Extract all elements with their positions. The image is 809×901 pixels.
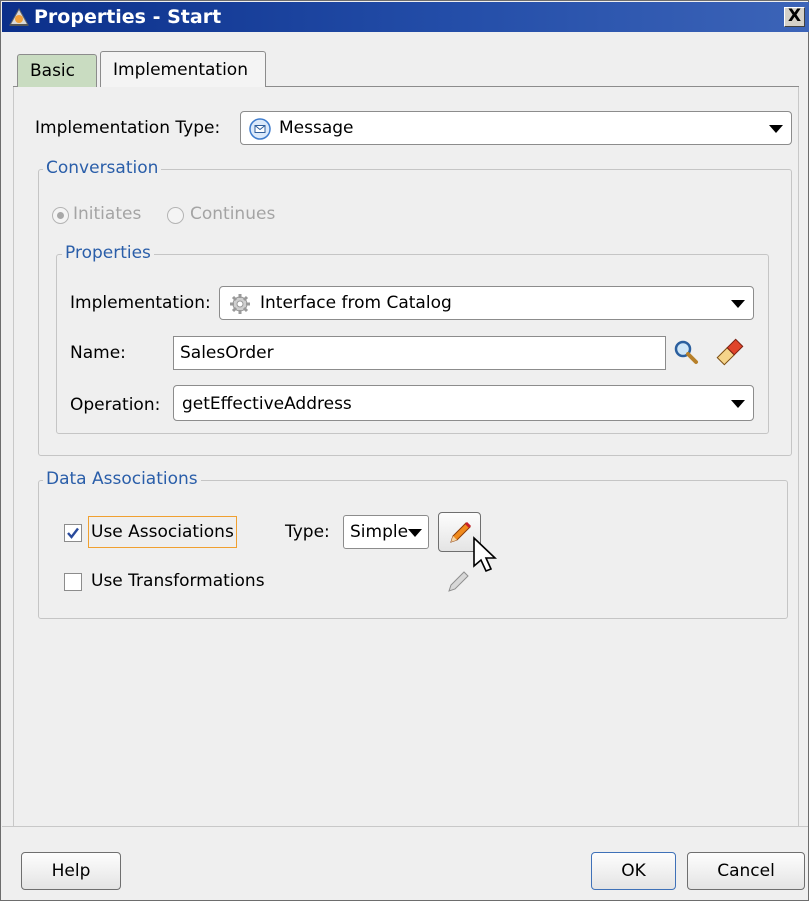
pencil-icon <box>450 521 472 543</box>
name-value: SalesOrder <box>180 343 274 363</box>
tab-panel-top-border <box>266 86 799 87</box>
properties-legend: Properties <box>62 243 154 263</box>
operation-label: Operation: <box>70 395 161 415</box>
use-associations-checkbox[interactable] <box>64 524 82 542</box>
data-associations-group <box>38 480 788 619</box>
pencil-icon <box>448 571 469 592</box>
tab-basic[interactable]: Basic <box>17 54 97 87</box>
implementation-type-select[interactable]: Message <box>240 111 792 145</box>
implementation-select[interactable]: Interface from Catalog <box>219 286 754 320</box>
title-bar[interactable]: Properties - Start X <box>2 2 809 32</box>
ok-button[interactable]: OK <box>591 852 676 890</box>
gear-icon <box>230 294 250 314</box>
continues-label: Continues <box>190 204 276 224</box>
tab-panel-top-border-left <box>13 86 18 87</box>
initiates-label: Initiates <box>73 204 142 224</box>
use-associations-label: Use Associations <box>88 516 237 548</box>
application-icon <box>9 7 29 26</box>
chevron-down-icon <box>731 300 745 308</box>
mouse-cursor-icon <box>473 536 497 573</box>
window-title: Properties - Start <box>34 6 222 28</box>
name-label: Name: <box>70 343 126 363</box>
use-transformations-label: Use Transformations <box>91 571 265 591</box>
data-associations-legend: Data Associations <box>43 469 201 489</box>
type-label: Type: <box>285 522 330 542</box>
implementation-type-label: Implementation Type: <box>35 118 221 138</box>
operation-select[interactable]: getEffectiveAddress <box>173 385 754 421</box>
message-icon <box>249 118 271 140</box>
continues-radio[interactable] <box>167 207 184 224</box>
chevron-down-icon <box>731 400 745 408</box>
name-field[interactable]: SalesOrder <box>173 336 666 370</box>
eraser-icon[interactable] <box>713 337 747 367</box>
operation-value: getEffectiveAddress <box>182 394 352 414</box>
implementation-label: Implementation: <box>70 293 211 313</box>
implementation-type-value: Message <box>279 118 354 138</box>
search-icon[interactable] <box>672 338 700 366</box>
help-button[interactable]: Help <box>21 852 121 890</box>
checkmark-icon <box>67 527 79 539</box>
type-select[interactable]: Simple <box>343 515 429 549</box>
initiates-radio[interactable] <box>52 207 69 224</box>
type-value: Simple <box>350 522 409 542</box>
chevron-down-icon <box>769 125 783 133</box>
tab-implementation[interactable]: Implementation <box>100 51 266 87</box>
use-transformations-checkbox[interactable] <box>64 573 82 591</box>
cancel-button[interactable]: Cancel <box>687 852 805 890</box>
close-button[interactable]: X <box>784 7 805 27</box>
chevron-down-icon <box>408 529 422 537</box>
conversation-legend: Conversation <box>43 158 162 178</box>
footer-divider <box>2 826 808 827</box>
implementation-value: Interface from Catalog <box>260 293 452 313</box>
properties-dialog: Properties - Start X Basic Implementatio… <box>0 0 809 901</box>
